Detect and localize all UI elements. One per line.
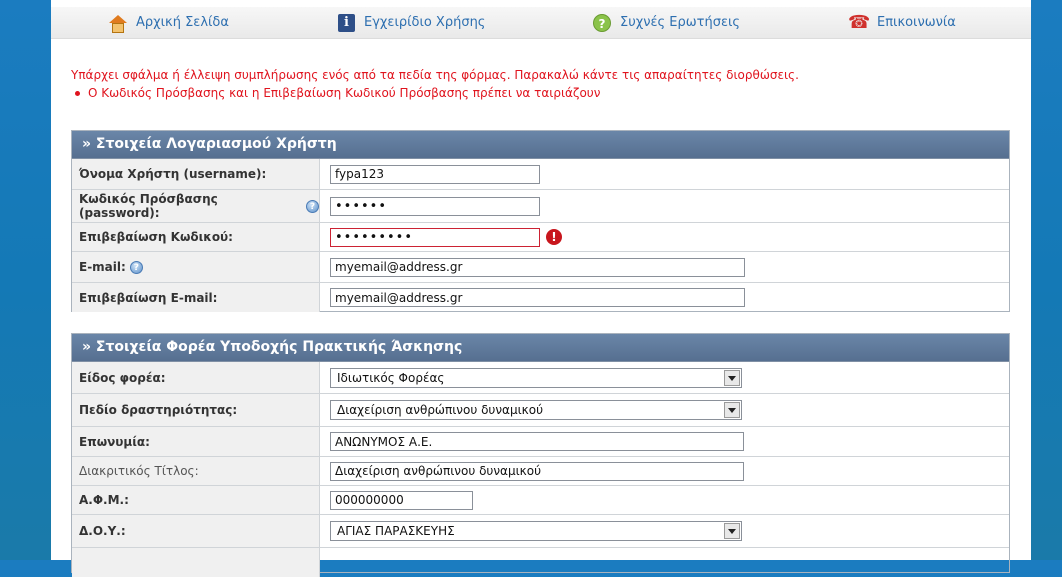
error-list-item: Ο Κωδικός Πρόσβασης και η Επιβεβαίωση Κω… (71, 86, 600, 100)
chevron-down-icon[interactable] (724, 402, 740, 418)
company-name-row: Επωνυμία: ΑΝΩΝΥΜΟΣ Α.Ε. (72, 426, 1009, 456)
activity-field-value: Διαχείριση ανθρώπινου δυναμικού (337, 403, 544, 417)
company-name-label: Επωνυμία: (72, 427, 320, 456)
nav-faq-link[interactable]: ? Συχνές Ερωτήσεις (593, 7, 740, 38)
confirm-password-cell: ••••••••• ! (320, 223, 1009, 251)
activity-field-label-text: Πεδίο δραστηριότητας: (79, 403, 238, 417)
activity-field-row: Πεδίο δραστηριότητας: Διαχείριση ανθρώπι… (72, 393, 1009, 426)
home-icon (107, 14, 127, 33)
page-container: Αρχική Σελίδα i Εγχειρίδιο Χρήσης ? Συχν… (51, 0, 1031, 577)
company-name-cell: ΑΝΩΝΥΜΟΣ Α.Ε. (320, 427, 1009, 456)
next-row (72, 547, 1009, 577)
error-icon: ! (546, 229, 562, 245)
nav-manual-link[interactable]: i Εγχειρίδιο Χρήσης (338, 7, 485, 38)
password-input[interactable]: •••••• (330, 196, 540, 216)
afm-input[interactable]: 000000000 (330, 490, 473, 510)
email-input[interactable]: myemail@address.gr (330, 257, 745, 277)
provider-type-row: Είδος φορέα: Ιδιωτικός Φορέας (72, 362, 1009, 393)
password-row: Κωδικός Πρόσβασης (password): ? •••••• (72, 189, 1009, 222)
bullet-icon (75, 90, 80, 96)
help-icon[interactable]: ? (306, 199, 319, 213)
nav-home-label: Αρχική Σελίδα (136, 15, 229, 30)
email-confirm-cell: myemail@address.gr (320, 283, 1009, 312)
doy-label: Δ.Ο.Υ.: (72, 515, 320, 547)
distinctive-title-label: Διακριτικός Τίτλος: (72, 457, 320, 485)
next-row-cell (320, 548, 1009, 577)
provider-type-cell: Ιδιωτικός Φορέας (320, 362, 1009, 393)
afm-row: Α.Φ.Μ.: 000000000 (72, 485, 1009, 514)
nav-contact-label: Επικοινωνία (877, 15, 956, 30)
afm-cell: 000000000 (320, 486, 1009, 514)
distinctive-title-cell: Διαχείριση ανθρώπινου δυναμικού (320, 457, 1009, 485)
email-confirm-label-text: Επιβεβαίωση E-mail: (79, 290, 218, 305)
phone-icon: ☎ (848, 11, 871, 33)
username-label: Όνομα Χρήστη (username): (72, 159, 320, 189)
chevron-down-icon[interactable] (724, 523, 740, 539)
distinctive-title-row: Διακριτικός Τίτλος: Διαχείριση ανθρώπινο… (72, 456, 1009, 485)
provider-type-label-text: Είδος φορέα: (79, 370, 166, 385)
password-label: Κωδικός Πρόσβασης (password): ? (72, 190, 320, 222)
top-navigation: Αρχική Σελίδα i Εγχειρίδιο Χρήσης ? Συχν… (51, 7, 1031, 39)
username-row: Όνομα Χρήστη (username): fypa123 (72, 159, 1009, 189)
confirm-password-label: Επιβεβαίωση Κωδικού: (72, 223, 320, 251)
distinctive-title-input[interactable]: Διαχείριση ανθρώπινου δυναμικού (330, 461, 744, 481)
activity-field-cell: Διαχείριση ανθρώπινου δυναμικού (320, 394, 1009, 426)
doy-select[interactable]: ΑΓΙΑΣ ΠΑΡΑΣΚΕΥΗΣ (330, 521, 742, 541)
username-input[interactable]: fypa123 (330, 164, 540, 184)
company-name-input[interactable]: ΑΝΩΝΥΜΟΣ Α.Ε. (330, 432, 744, 451)
error-message: Υπάρχει σφάλμα ή έλλειψη συμπλήρωσης ενό… (71, 68, 799, 82)
provider-type-label: Είδος φορέα: (72, 362, 320, 393)
username-label-text: Όνομα Χρήστη (username): (79, 167, 267, 181)
email-cell: myemail@address.gr (320, 252, 1009, 282)
nav-manual-label: Εγχειρίδιο Χρήσης (364, 15, 486, 30)
nav-home-link[interactable]: Αρχική Σελίδα (107, 7, 229, 38)
email-confirm-row: Επιβεβαίωση E-mail: myemail@address.gr (72, 282, 1009, 312)
confirm-password-input[interactable]: ••••••••• (330, 227, 540, 247)
doy-cell: ΑΓΙΑΣ ΠΑΡΑΣΚΕΥΗΣ (320, 515, 1009, 547)
email-confirm-label: Επιβεβαίωση E-mail: (72, 283, 320, 312)
password-label-text: Κωδικός Πρόσβασης (password): (79, 192, 218, 220)
provider-type-select[interactable]: Ιδιωτικός Φορέας (330, 367, 742, 388)
confirm-password-label-text: Επιβεβαίωση Κωδικού: (79, 230, 233, 244)
afm-label: Α.Φ.Μ.: (72, 486, 320, 514)
nav-faq-label: Συχνές Ερωτήσεις (620, 15, 741, 30)
email-label: E-mail: ? (72, 252, 320, 282)
provider-type-value: Ιδιωτικός Φορέας (337, 370, 445, 385)
nav-contact-link[interactable]: ☎ Επικοινωνία (848, 7, 956, 38)
help-icon[interactable]: ? (129, 260, 143, 274)
distinctive-title-label-text: Διακριτικός Τίτλος: (79, 464, 199, 478)
question-icon: ? (593, 13, 611, 32)
provider-section-header: » Στοιχεία Φορέα Υποδοχής Πρακτικής Άσκη… (72, 334, 1009, 362)
doy-row: Δ.Ο.Υ.: ΑΓΙΑΣ ΠΑΡΑΣΚΕΥΗΣ (72, 514, 1009, 547)
activity-field-select[interactable]: Διαχείριση ανθρώπινου δυναμικού (330, 400, 742, 420)
email-row: E-mail: ? myemail@address.gr (72, 251, 1009, 282)
afm-label-text: Α.Φ.Μ.: (79, 493, 129, 507)
email-label-text: E-mail: (79, 260, 126, 274)
doy-label-text: Δ.Ο.Υ.: (79, 524, 126, 538)
info-icon: i (338, 13, 355, 32)
error-item-text: Ο Κωδικός Πρόσβασης και η Επιβεβαίωση Κω… (88, 86, 601, 100)
email-confirm-input[interactable]: myemail@address.gr (330, 288, 745, 307)
doy-value: ΑΓΙΑΣ ΠΑΡΑΣΚΕΥΗΣ (337, 524, 455, 538)
confirm-password-row: Επιβεβαίωση Κωδικού: ••••••••• ! (72, 222, 1009, 251)
account-section-header: » Στοιχεία Λογαριασμού Χρήστη (72, 131, 1009, 159)
company-name-label-text: Επωνυμία: (79, 434, 150, 449)
account-section: » Στοιχεία Λογαριασμού Χρήστη Όνομα Χρήσ… (71, 130, 1010, 312)
password-cell: •••••• (320, 190, 1009, 222)
username-cell: fypa123 (320, 159, 1009, 189)
chevron-down-icon[interactable] (724, 369, 740, 386)
next-row-label (72, 548, 320, 577)
provider-section: » Στοιχεία Φορέα Υποδοχής Πρακτικής Άσκη… (71, 333, 1010, 577)
activity-field-label: Πεδίο δραστηριότητας: (72, 394, 320, 426)
